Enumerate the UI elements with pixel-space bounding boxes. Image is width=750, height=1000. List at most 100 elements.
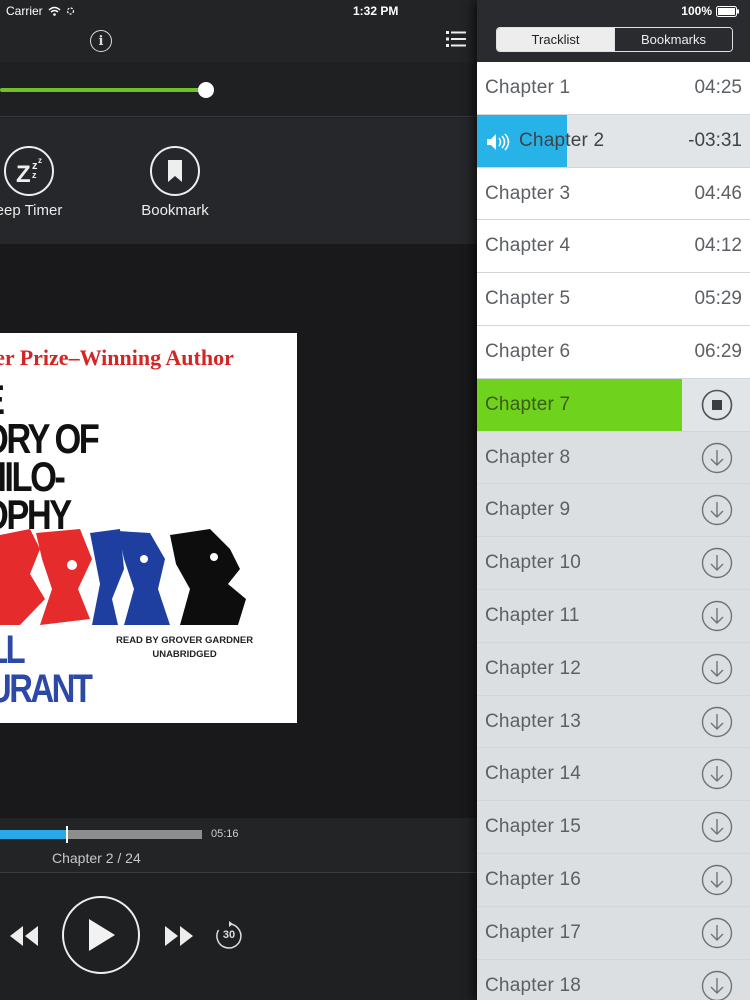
cover-tagline: tzer Prize–Winning Author bbox=[0, 345, 234, 370]
track-title: Chapter 6 bbox=[485, 340, 571, 362]
tracklist-toggle-button[interactable] bbox=[446, 30, 466, 53]
track-row[interactable]: Chapter 6 06:29 bbox=[477, 325, 750, 379]
progress-area: 05:16 Chapter 2 / 24 bbox=[0, 818, 477, 873]
wifi-icon bbox=[48, 6, 61, 16]
status-carrier: Carrier bbox=[6, 4, 75, 18]
download-icon[interactable] bbox=[701, 864, 733, 896]
album-cover: tzer Prize–Winning Author E ORY OF HILO-… bbox=[0, 333, 297, 723]
track-duration: 06:29 bbox=[694, 340, 742, 362]
fast-forward-icon[interactable] bbox=[164, 925, 194, 947]
track-title: Chapter 15 bbox=[485, 816, 582, 838]
download-icon[interactable] bbox=[701, 494, 733, 526]
svg-text:Z: Z bbox=[16, 161, 31, 188]
download-icon[interactable] bbox=[701, 917, 733, 949]
track-title: Chapter 13 bbox=[485, 710, 582, 732]
sleep-timer-button[interactable]: Z z z z eep Timer bbox=[0, 146, 79, 219]
player-actions: Z z z z eep Timer Bookmark bbox=[0, 118, 477, 244]
sleep-icon: Z z z z bbox=[4, 146, 54, 196]
track-row[interactable]: Chapter 17 bbox=[477, 906, 750, 960]
download-icon[interactable] bbox=[701, 706, 733, 738]
play-icon bbox=[89, 919, 115, 951]
cover-reader-line: READ BY GROVER GARDNER bbox=[116, 635, 254, 646]
sleep-timer-label: eep Timer bbox=[0, 202, 63, 219]
speaker-icon bbox=[487, 133, 510, 151]
track-row[interactable]: Chapter 15 bbox=[477, 801, 750, 854]
download-icon[interactable] bbox=[701, 653, 733, 685]
play-button[interactable] bbox=[62, 896, 140, 974]
download-icon[interactable] bbox=[701, 970, 733, 1000]
transport-controls: 30 bbox=[0, 873, 477, 1000]
volume-row bbox=[0, 62, 477, 117]
rewind-icon[interactable] bbox=[9, 925, 39, 947]
download-icon[interactable] bbox=[701, 758, 733, 790]
svg-text:z: z bbox=[32, 170, 37, 180]
tracklist-bookmarks-segmented-control: Tracklist Bookmarks bbox=[496, 27, 733, 52]
track-duration: -03:31 bbox=[688, 129, 742, 151]
volume-slider-knob[interactable] bbox=[198, 82, 214, 98]
carrier-label: Carrier bbox=[6, 4, 43, 18]
tab-tracklist[interactable]: Tracklist bbox=[497, 28, 614, 51]
cover-reader: READ BY GROVER GARDNER UNABRIDGED bbox=[116, 634, 253, 662]
track-row[interactable]: Chapter 9 bbox=[477, 484, 750, 538]
battery-icon bbox=[716, 5, 739, 17]
cover-unabridged-line: UNABRIDGED bbox=[152, 649, 217, 660]
track-title: Chapter 18 bbox=[485, 974, 582, 996]
track-row[interactable]: Chapter 18 bbox=[477, 959, 750, 1000]
info-icon: i bbox=[98, 33, 104, 49]
track-title: Chapter 10 bbox=[485, 552, 582, 574]
track-list: Chapter 1 04:25 Chapter 2 -03:31 Chapter 3 04… bbox=[477, 62, 750, 1000]
tab-bookmarks[interactable]: Bookmarks bbox=[614, 28, 732, 51]
track-row[interactable]: Chapter 7 bbox=[477, 378, 750, 432]
track-title: Chapter 12 bbox=[485, 657, 582, 679]
track-title: Chapter 7 bbox=[485, 393, 571, 415]
track-title: Chapter 11 bbox=[485, 604, 580, 626]
cover-title-line: E bbox=[0, 379, 5, 421]
track-title: Chapter 4 bbox=[485, 235, 571, 257]
info-button[interactable]: i bbox=[90, 30, 112, 52]
progress-thumb[interactable] bbox=[66, 826, 68, 843]
track-title: Chapter 9 bbox=[485, 499, 571, 521]
track-row[interactable]: Chapter 16 bbox=[477, 853, 750, 907]
list-icon bbox=[446, 31, 466, 47]
chapter-counter: Chapter 2 / 24 bbox=[52, 850, 141, 866]
cover-author-line: URANT bbox=[0, 667, 93, 711]
track-row[interactable]: Chapter 11 bbox=[477, 589, 750, 643]
skip-seconds-label: 30 bbox=[222, 929, 236, 941]
track-row[interactable]: Chapter 12 bbox=[477, 642, 750, 696]
stop-download-icon[interactable] bbox=[701, 389, 733, 421]
cover-area: tzer Prize–Winning Author E ORY OF HILO-… bbox=[0, 244, 477, 818]
track-row[interactable]: Chapter 3 04:46 bbox=[477, 167, 750, 221]
progress-fill bbox=[0, 830, 67, 839]
player-top-bar: Carrier 1:32 PM i bbox=[0, 0, 477, 62]
track-duration: 04:12 bbox=[694, 235, 742, 257]
panel-header: 100% Tracklist Bookmarks bbox=[477, 0, 750, 62]
cover-silhouettes bbox=[0, 529, 246, 625]
track-title: Chapter 2 bbox=[519, 129, 605, 151]
track-row[interactable]: Chapter 14 bbox=[477, 748, 750, 802]
download-icon[interactable] bbox=[701, 442, 733, 474]
track-row[interactable]: Chapter 4 04:12 bbox=[477, 220, 750, 274]
skip-forward-button[interactable]: 30 bbox=[214, 921, 244, 951]
status-time: 1:32 PM bbox=[353, 4, 399, 18]
track-title: Chapter 16 bbox=[485, 868, 582, 890]
track-row[interactable]: Chapter 5 05:29 bbox=[477, 273, 750, 326]
track-duration: 04:46 bbox=[694, 182, 742, 204]
track-duration: 04:25 bbox=[694, 77, 742, 98]
volume-slider[interactable] bbox=[0, 88, 206, 92]
track-row[interactable]: Chapter 8 bbox=[477, 431, 750, 485]
bookmark-button[interactable]: Bookmark bbox=[131, 146, 219, 219]
track-row[interactable]: Chapter 10 bbox=[477, 537, 750, 590]
download-icon[interactable] bbox=[701, 600, 733, 632]
player-pane: Carrier 1:32 PM i Z z z z eep Timer Book… bbox=[0, 0, 477, 1000]
track-row[interactable]: Chapter 2 -03:31 bbox=[477, 114, 750, 168]
track-title: Chapter 8 bbox=[485, 446, 571, 468]
download-icon[interactable] bbox=[701, 811, 733, 843]
bookmark-label: Bookmark bbox=[141, 202, 209, 219]
track-title: Chapter 1 bbox=[485, 77, 571, 98]
track-row[interactable]: Chapter 13 bbox=[477, 695, 750, 749]
bookmark-icon bbox=[150, 146, 200, 196]
track-row[interactable]: Chapter 1 04:25 bbox=[477, 62, 750, 115]
status-battery: 100% bbox=[681, 4, 740, 18]
battery-label: 100% bbox=[681, 4, 712, 18]
download-icon[interactable] bbox=[701, 547, 733, 579]
